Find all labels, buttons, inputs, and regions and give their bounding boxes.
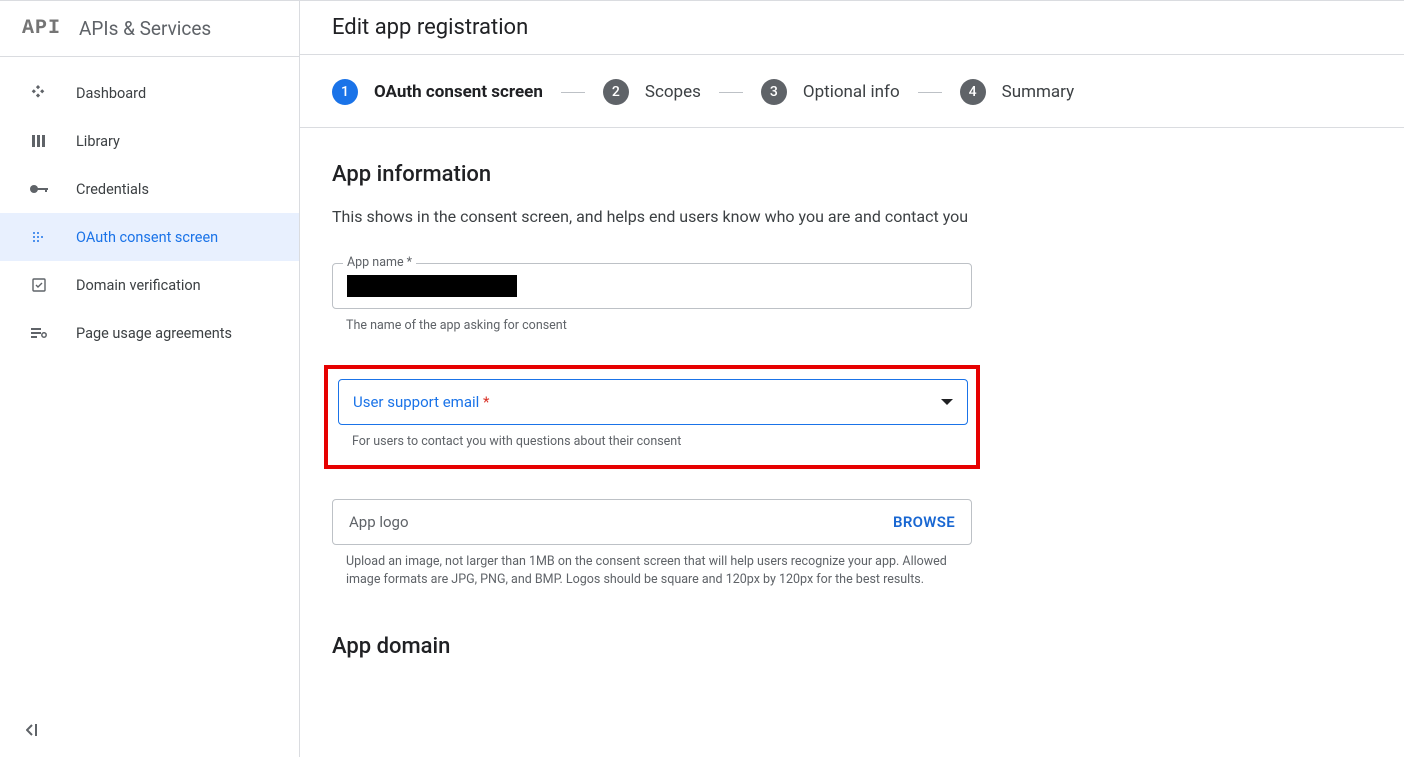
step-separator bbox=[918, 92, 942, 93]
field-app-logo: App logo BROWSE Upload an image, not lar… bbox=[332, 499, 1300, 589]
app-logo-input[interactable]: App logo BROWSE bbox=[332, 499, 972, 545]
sidebar-item-oauth-consent-screen[interactable]: OAuth consent screen bbox=[0, 213, 299, 261]
step-number-badge: 1 bbox=[332, 79, 358, 105]
sidebar-item-domain-verification[interactable]: Domain verification bbox=[0, 261, 299, 309]
form-content: App information This shows in the consen… bbox=[300, 128, 1300, 757]
app-name-input[interactable]: App name * bbox=[332, 263, 972, 309]
agreement-icon bbox=[28, 326, 50, 340]
app-name-label: App name * bbox=[343, 255, 416, 270]
collapse-sidebar-button[interactable] bbox=[26, 723, 42, 741]
section-title-app-information: App information bbox=[332, 162, 1300, 187]
step-number-badge: 3 bbox=[761, 79, 787, 105]
step-number-badge: 2 bbox=[603, 79, 629, 105]
consent-screen-icon bbox=[28, 229, 50, 245]
sidebar-item-label: OAuth consent screen bbox=[76, 229, 218, 246]
user-support-email-label: User support email * bbox=[353, 393, 489, 411]
sidebar-item-label: Library bbox=[76, 133, 120, 150]
step-oauth-consent-screen[interactable]: 1 OAuth consent screen bbox=[332, 79, 543, 105]
user-support-email-helper: For users to contact you with questions … bbox=[352, 433, 966, 451]
app-logo-label: App logo bbox=[349, 513, 409, 531]
sidebar-nav: Dashboard Library Credentials OAuth cons… bbox=[0, 57, 299, 357]
sidebar-item-credentials[interactable]: Credentials bbox=[0, 165, 299, 213]
api-logo-icon: API bbox=[22, 17, 61, 40]
sidebar-item-label: Page usage agreements bbox=[76, 325, 232, 342]
step-scopes[interactable]: 2 Scopes bbox=[603, 79, 701, 105]
step-label: Scopes bbox=[645, 82, 701, 102]
step-separator bbox=[719, 92, 743, 93]
chevron-down-icon bbox=[941, 399, 953, 405]
sidebar-item-page-usage-agreements[interactable]: Page usage agreements bbox=[0, 309, 299, 357]
step-label: Optional info bbox=[803, 82, 900, 102]
main-scroll-area[interactable]: 1 OAuth consent screen 2 Scopes 3 Option… bbox=[300, 55, 1404, 757]
step-number-badge: 4 bbox=[960, 79, 986, 105]
user-support-email-select[interactable]: User support email * bbox=[338, 379, 968, 425]
sidebar-item-dashboard[interactable]: Dashboard bbox=[0, 69, 299, 117]
check-box-icon bbox=[28, 278, 50, 292]
step-label: Summary bbox=[1002, 82, 1074, 102]
sidebar-item-library[interactable]: Library bbox=[0, 117, 299, 165]
section-title-app-domain: App domain bbox=[332, 634, 1300, 659]
sidebar: API APIs & Services Dashboard Library bbox=[0, 1, 300, 757]
dashboard-icon bbox=[28, 85, 50, 101]
section-description: This shows in the consent screen, and he… bbox=[332, 205, 972, 229]
sidebar-item-label: Dashboard bbox=[76, 85, 146, 102]
sidebar-title: APIs & Services bbox=[79, 17, 211, 40]
sidebar-header: API APIs & Services bbox=[0, 1, 299, 57]
page-title: Edit app registration bbox=[300, 1, 1404, 55]
step-summary[interactable]: 4 Summary bbox=[960, 79, 1074, 105]
browse-button[interactable]: BROWSE bbox=[893, 513, 955, 531]
highlighted-field-wrapper: User support email * For users to contac… bbox=[324, 365, 980, 469]
key-icon bbox=[28, 184, 50, 194]
sidebar-item-label: Credentials bbox=[76, 181, 149, 198]
step-optional-info[interactable]: 3 Optional info bbox=[761, 79, 900, 105]
app-name-value-redacted bbox=[347, 275, 517, 297]
app-logo-helper: Upload an image, not larger than 1MB on … bbox=[346, 553, 966, 589]
step-separator bbox=[561, 92, 585, 93]
field-app-name: App name * The name of the app asking fo… bbox=[332, 263, 1300, 335]
step-label: OAuth consent screen bbox=[374, 82, 543, 102]
scroll-spacer bbox=[332, 677, 1300, 757]
main-panel: Edit app registration 1 OAuth consent sc… bbox=[300, 1, 1404, 757]
library-icon bbox=[28, 133, 50, 149]
sidebar-item-label: Domain verification bbox=[76, 277, 201, 294]
stepper: 1 OAuth consent screen 2 Scopes 3 Option… bbox=[300, 55, 1404, 128]
app-name-helper: The name of the app asking for consent bbox=[346, 317, 966, 335]
